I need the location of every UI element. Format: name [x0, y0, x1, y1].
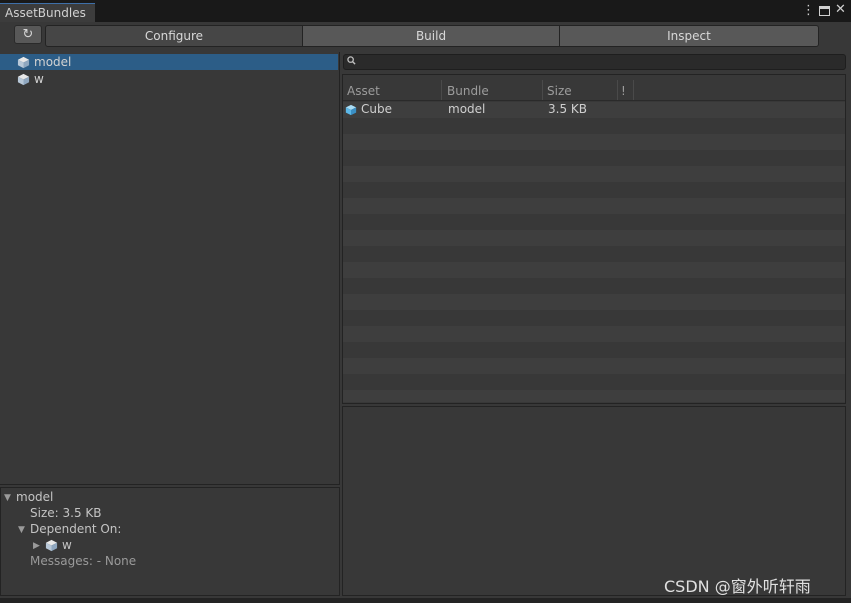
details-size: Size: 3.5 KB: [30, 506, 102, 520]
maximize-icon[interactable]: [819, 6, 830, 16]
bundle-tree-panel: model w: [0, 52, 340, 485]
tab-inspect[interactable]: Inspect: [559, 25, 819, 47]
refresh-icon: ↻: [23, 27, 34, 42]
column-header-message[interactable]: !: [621, 84, 626, 98]
window-tab-assetbundles[interactable]: AssetBundles: [0, 3, 95, 22]
column-header-size[interactable]: Size: [547, 84, 572, 98]
column-divider[interactable]: [633, 80, 634, 100]
tab-build[interactable]: Build: [302, 25, 560, 47]
kebab-menu-icon[interactable]: ⋮: [802, 4, 810, 18]
status-bar: [0, 598, 851, 603]
table-row-empty: [343, 230, 845, 246]
table-row[interactable]: [343, 102, 845, 118]
table-row-empty: [343, 134, 845, 150]
table-row-empty: [343, 390, 845, 402]
table-cell-asset[interactable]: Cube: [361, 102, 392, 116]
bundle-tree-item-model[interactable]: model: [0, 54, 338, 70]
search-input[interactable]: [343, 54, 846, 70]
triangle-down-icon[interactable]: ▼: [4, 493, 11, 503]
bundle-tree-item-w[interactable]: w: [0, 71, 338, 87]
table-row-empty: [343, 294, 845, 310]
details-dependency-w[interactable]: w: [62, 538, 72, 552]
table-row-empty: [343, 326, 845, 342]
table-row-empty: [343, 262, 845, 278]
column-divider[interactable]: [542, 80, 543, 100]
column-divider[interactable]: [441, 80, 442, 100]
watermark-text: CSDN @窗外听轩雨: [664, 573, 811, 597]
table-row-empty: [343, 166, 845, 182]
details-messages: Messages: - None: [30, 554, 136, 568]
bundle-tree-item-label: w: [34, 72, 44, 86]
window-titlebar: [0, 0, 851, 22]
tab-configure[interactable]: Configure: [45, 25, 303, 47]
asset-preview-panel: [342, 406, 846, 596]
window-tab-label: AssetBundles: [5, 6, 86, 20]
bundle-tree-item-label: model: [34, 55, 71, 69]
table-cell-size: 3.5 KB: [548, 102, 587, 116]
asset-table-header: [343, 79, 845, 101]
column-header-bundle[interactable]: Bundle: [447, 84, 489, 98]
cube-icon: [17, 56, 30, 69]
details-bundle-name: model: [16, 490, 53, 504]
cube-icon: [17, 73, 30, 86]
table-row-empty: [343, 198, 845, 214]
table-cell-bundle: model: [448, 102, 485, 116]
refresh-button[interactable]: ↻: [14, 25, 42, 44]
search-icon: [347, 56, 357, 66]
details-dependent-label: Dependent On:: [30, 522, 121, 536]
close-icon[interactable]: ✕: [835, 3, 846, 17]
triangle-down-icon[interactable]: ▼: [18, 525, 25, 535]
bundle-details-panel: ▼ model Size: 3.5 KB ▼ Dependent On: ▶ w…: [0, 487, 340, 596]
column-header-asset[interactable]: Asset: [347, 84, 380, 98]
cube-icon: [45, 539, 58, 552]
column-divider[interactable]: [617, 80, 618, 100]
triangle-right-icon[interactable]: ▶: [33, 541, 40, 551]
table-row-empty: [343, 358, 845, 374]
cube-icon: [345, 104, 357, 116]
